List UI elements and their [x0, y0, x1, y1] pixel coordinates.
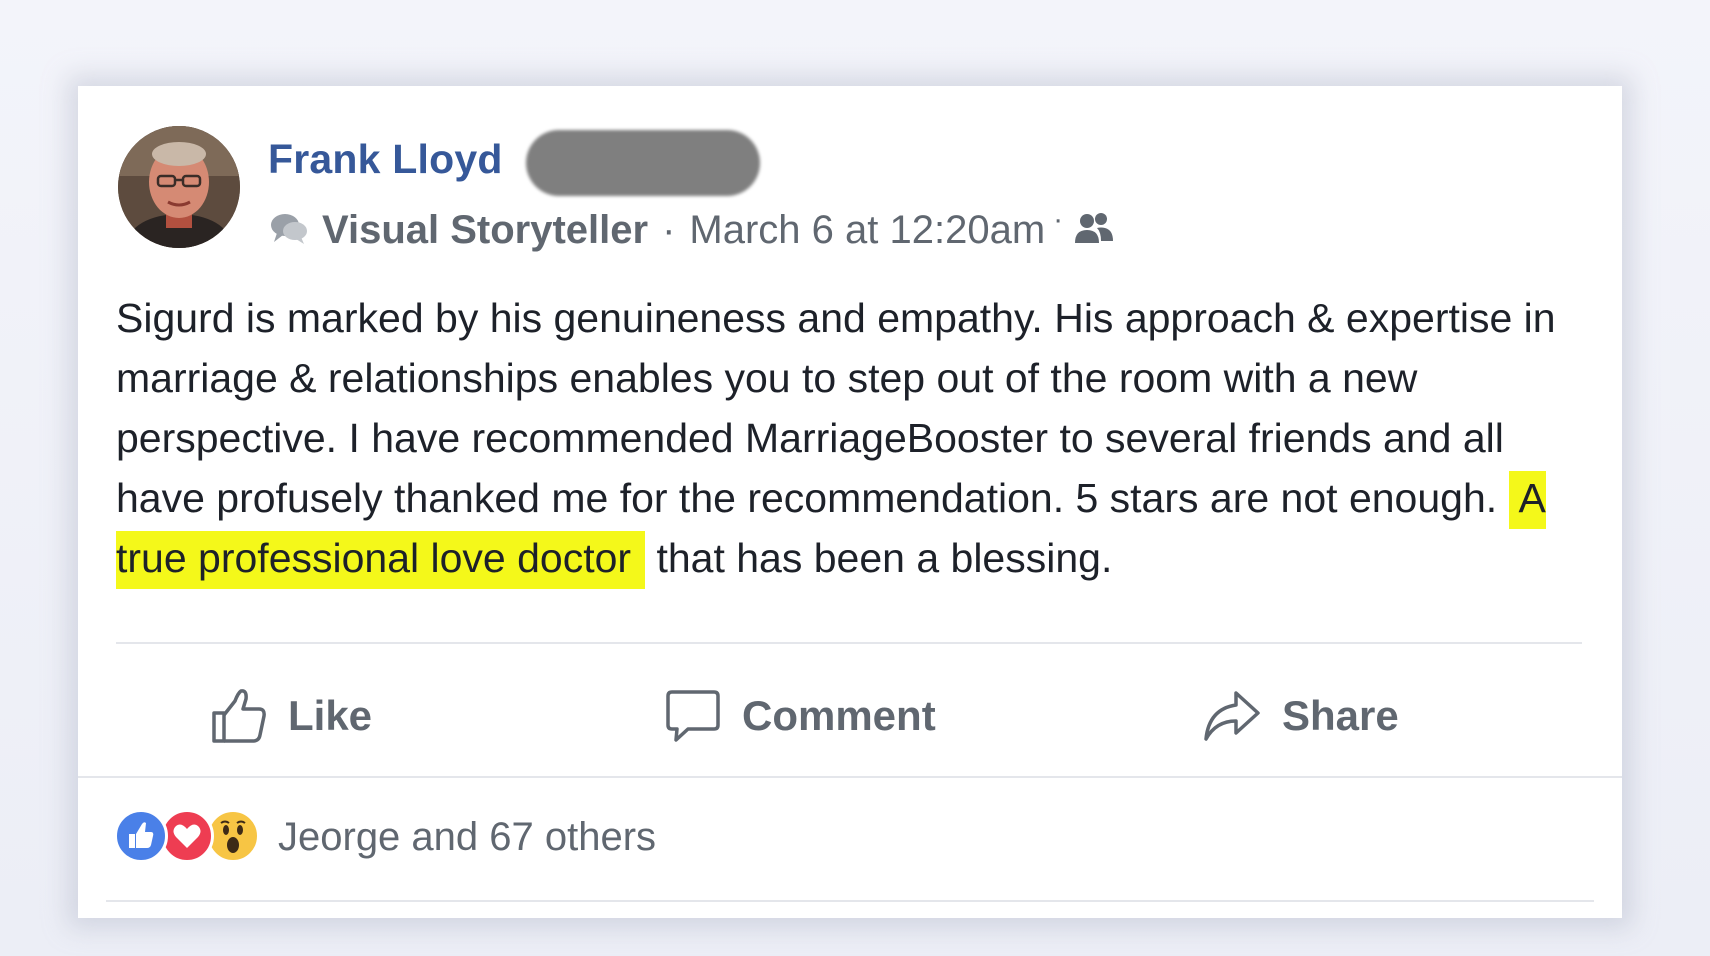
- share-button[interactable]: Share: [1202, 646, 1399, 786]
- divider: [106, 900, 1594, 902]
- love-reaction-icon: [160, 809, 214, 863]
- comment-button[interactable]: Comment: [664, 646, 936, 786]
- like-reaction-icon: [114, 809, 168, 863]
- action-bar: Like Comment Share: [78, 646, 1622, 786]
- thumbs-up-icon: [212, 689, 266, 743]
- reaction-icons[interactable]: [114, 809, 264, 865]
- comment-bubble-icon: [666, 690, 720, 742]
- post-body: Sigurd is marked by his genuineness and …: [116, 288, 1596, 589]
- audience-separator: ·: [1053, 203, 1064, 236]
- post-meta: Visual Storyteller · March 6 at 12:20am …: [268, 203, 1115, 256]
- post-text-end: that has been a blessing.: [645, 535, 1113, 581]
- friends-icon[interactable]: [1073, 209, 1115, 251]
- like-label: Like: [288, 692, 373, 739]
- divider: [116, 642, 1582, 644]
- redacted-surname: [526, 130, 760, 196]
- reaction-count[interactable]: Jeorge and 67 others: [278, 815, 656, 860]
- like-button[interactable]: Like: [210, 646, 372, 786]
- speech-bubbles-icon: [271, 214, 307, 244]
- author-avatar[interactable]: [118, 126, 240, 248]
- meta-separator: ·: [662, 207, 676, 252]
- share-arrow-icon: [1204, 691, 1260, 741]
- author-name[interactable]: Frank Lloyd: [268, 136, 503, 183]
- post-timestamp[interactable]: March 6 at 12:20am: [689, 208, 1045, 253]
- divider: [78, 776, 1622, 778]
- wow-reaction-icon: [206, 809, 260, 863]
- author-badge[interactable]: Visual Storyteller: [322, 208, 648, 253]
- reactions-summary[interactable]: Jeorge and 67 others: [114, 802, 656, 872]
- comment-label: Comment: [742, 692, 936, 739]
- share-label: Share: [1282, 692, 1399, 739]
- post-text: Sigurd is marked by his genuineness and …: [116, 295, 1556, 521]
- post-card: Frank Lloyd Visual Storyteller · March 6…: [78, 86, 1622, 918]
